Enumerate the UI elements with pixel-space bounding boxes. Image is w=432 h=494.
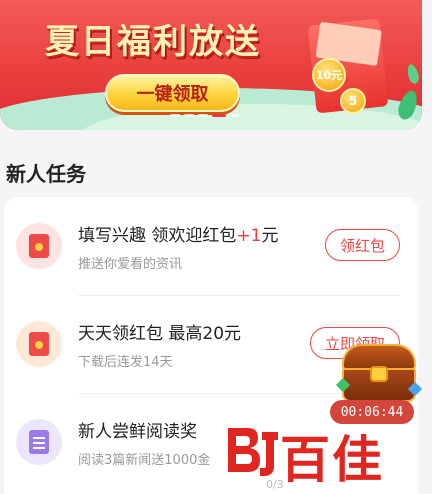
red-envelope-icon [16,321,62,367]
document-icon [16,419,62,465]
task-title: 新人尝鲜阅读奖 [78,422,197,442]
red-envelope-icon [16,223,62,269]
claim-all-button[interactable]: 一键领取 [105,74,240,112]
section-title: 新人任务 [6,162,86,186]
task-desc: 推送你爱看的资讯 [78,257,183,272]
task-row-interest[interactable]: 填写兴趣 领欢迎红包+1元 推送你爱看的资讯 领红包 [4,197,418,289]
claim-red-packet-button[interactable]: 领红包 [324,229,400,261]
task-title: 填写兴趣 领欢迎红包+1元 [78,226,279,246]
leaf-decoration [405,63,421,85]
task-desc: 下载后连发14天 [78,355,173,370]
banner-pager [170,114,240,117]
watermark-text: 百佳 [280,431,384,489]
task-desc: 阅读3篇新闻送1000金 [78,453,211,468]
pager-dot[interactable] [198,114,208,117]
task-title: 天天领红包 最高20元 [78,324,242,344]
treasure-chest-icon[interactable] [335,340,423,404]
brand-logo-icon [228,428,278,476]
pager-dot-active[interactable] [212,114,226,117]
coin-icon: 5 [340,88,366,114]
coin-icon: 10元 [312,58,346,92]
pager-dot[interactable] [170,114,180,117]
pager-dot[interactable] [184,114,194,117]
watermark-logo: 百佳 [222,418,412,489]
pager-dot[interactable] [230,114,240,117]
banner-title: 夏日福利放送 [45,22,261,62]
promo-banner[interactable]: 10元 5 夏日福利放送 一键领取 [0,0,422,130]
